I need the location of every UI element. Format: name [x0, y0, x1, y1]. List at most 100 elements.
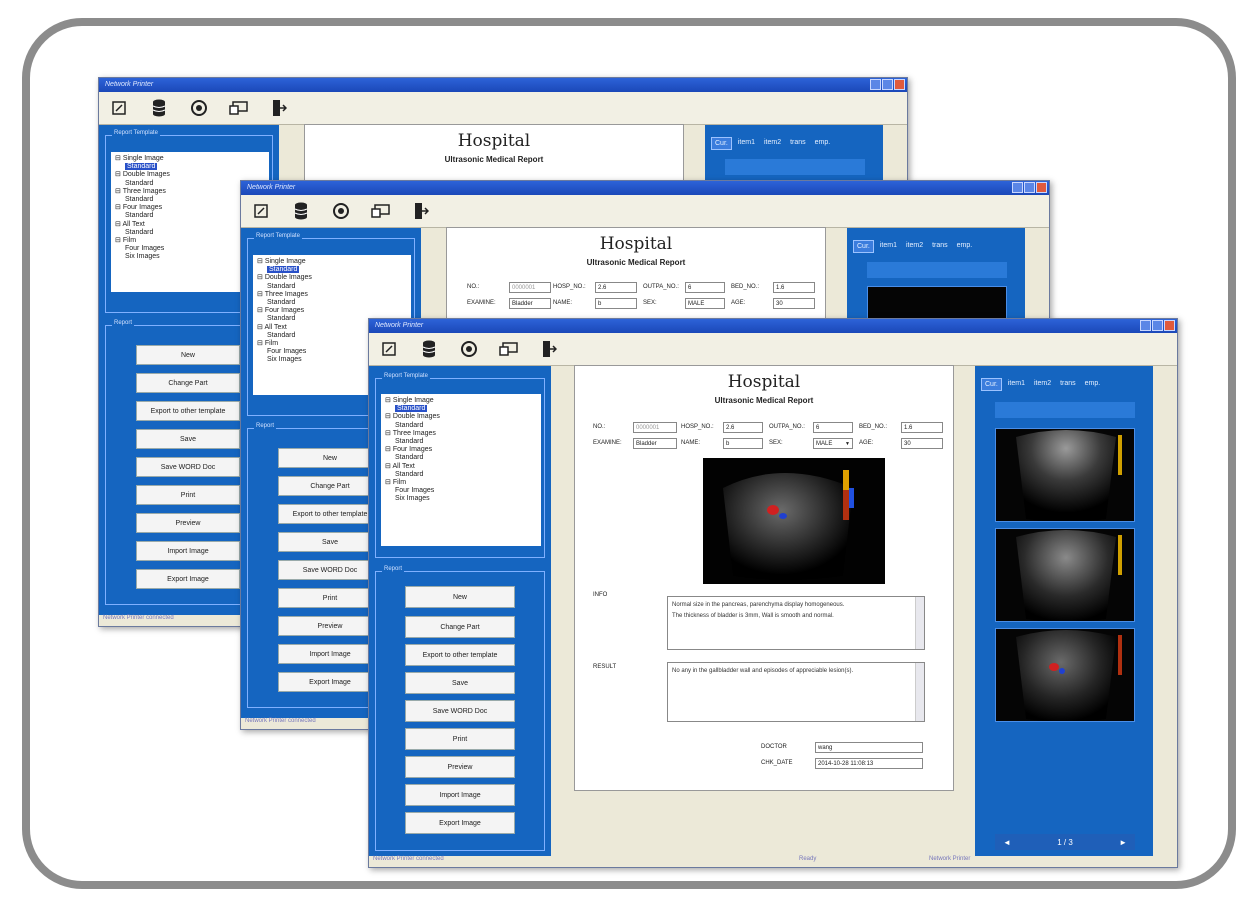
- edit-icon[interactable]: [251, 201, 271, 221]
- outpa-no-field[interactable]: 6: [813, 422, 853, 433]
- image-tabs: Cur. item1 item2 trans emp.: [711, 137, 833, 150]
- change-part-button[interactable]: Change Part: [136, 373, 240, 393]
- monitor-icon[interactable]: [371, 201, 391, 221]
- report-page: Hospital Ultrasonic Medical Report NO.: …: [574, 365, 954, 791]
- edit-icon[interactable]: [109, 98, 129, 118]
- preview-button[interactable]: Preview: [136, 513, 240, 533]
- database-icon[interactable]: [149, 98, 169, 118]
- report-subtitle: Ultrasonic Medical Report: [586, 258, 686, 267]
- chevron-down-icon[interactable]: ▼: [845, 440, 850, 448]
- database-icon[interactable]: [419, 339, 439, 359]
- tab-trans[interactable]: trans: [1057, 378, 1079, 391]
- doctor-field[interactable]: wang: [815, 742, 923, 753]
- tab-trans[interactable]: trans: [787, 137, 809, 150]
- new-button[interactable]: New: [405, 586, 515, 608]
- change-part-button[interactable]: Change Part: [405, 616, 515, 638]
- exit-icon[interactable]: [411, 201, 431, 221]
- result-textarea[interactable]: No any in the gallbladder wall and episo…: [667, 662, 925, 722]
- new-button[interactable]: New: [136, 345, 240, 365]
- date-field[interactable]: 2014-10-28 11:08:13: [815, 758, 923, 769]
- bed-no-field[interactable]: 1.6: [901, 422, 943, 433]
- template-tree[interactable]: ⊟ Single Image Standard ⊟ Double Images …: [381, 394, 541, 546]
- print-button[interactable]: Print: [405, 728, 515, 750]
- tab-cur[interactable]: Cur.: [853, 240, 874, 253]
- tab-item1[interactable]: item1: [735, 137, 758, 150]
- report-subtitle: Ultrasonic Medical Report: [714, 396, 814, 405]
- tab-cur[interactable]: Cur.: [711, 137, 732, 150]
- examine-field[interactable]: Bladder: [633, 438, 677, 449]
- export-template-button[interactable]: Export to other template: [136, 401, 240, 421]
- import-image-button[interactable]: Import Image: [136, 541, 240, 561]
- minimize-button[interactable]: [1140, 320, 1151, 331]
- field-label: BED_NO.:: [859, 424, 888, 430]
- hosp-no-field[interactable]: 2.6: [723, 422, 763, 433]
- no-field[interactable]: 0000001: [633, 422, 677, 433]
- scrollbar[interactable]: [915, 663, 924, 721]
- next-arrow-icon[interactable]: ►: [1119, 838, 1127, 847]
- image-tabs: Cur. item1 item2 trans emp.: [981, 378, 1103, 391]
- prev-arrow-icon[interactable]: ◄: [1003, 838, 1011, 847]
- tab-item2[interactable]: item2: [903, 240, 926, 253]
- status-left: Network Printer connected: [373, 856, 444, 862]
- print-button[interactable]: Print: [278, 588, 382, 608]
- maximize-button[interactable]: [1024, 182, 1035, 193]
- tab-item2[interactable]: item2: [761, 137, 784, 150]
- ultrasound-thumbnail[interactable]: [995, 628, 1135, 722]
- close-button[interactable]: [1036, 182, 1047, 193]
- change-part-button[interactable]: Change Part: [278, 476, 382, 496]
- tab-trans[interactable]: trans: [929, 240, 951, 253]
- save-word-button[interactable]: Save WORD Doc: [136, 457, 240, 477]
- field-label: OUTPA_NO.:: [769, 424, 805, 430]
- monitor-icon[interactable]: [229, 98, 249, 118]
- export-template-button[interactable]: Export to other template: [405, 644, 515, 666]
- date-label: CHK_DATE: [761, 760, 793, 766]
- ultrasound-thumbnail[interactable]: [995, 428, 1135, 522]
- save-button[interactable]: Save: [405, 672, 515, 694]
- ultrasound-thumbnail[interactable]: [995, 528, 1135, 622]
- tab-item2[interactable]: item2: [1031, 378, 1054, 391]
- maximize-button[interactable]: [882, 79, 893, 90]
- age-field[interactable]: 30: [901, 438, 943, 449]
- save-word-button[interactable]: Save WORD Doc: [278, 560, 382, 580]
- close-button[interactable]: [1164, 320, 1175, 331]
- field-label: HOSP_NO.:: [681, 424, 714, 430]
- print-button[interactable]: Print: [136, 485, 240, 505]
- settings-icon[interactable]: [189, 98, 209, 118]
- tab-item1[interactable]: item1: [877, 240, 900, 253]
- new-button[interactable]: New: [278, 448, 382, 468]
- export-image-button[interactable]: Export Image: [278, 672, 382, 692]
- info-textarea[interactable]: Normal size in the pancreas, parenchyma …: [667, 596, 925, 650]
- tab-emp[interactable]: emp.: [954, 240, 976, 253]
- minimize-button[interactable]: [870, 79, 881, 90]
- scrollbar[interactable]: [915, 597, 924, 649]
- title-bar: Network Printer: [241, 181, 1049, 195]
- sex-select[interactable]: MALE ▼: [813, 438, 853, 449]
- exit-icon[interactable]: [539, 339, 559, 359]
- import-image-button[interactable]: Import Image: [278, 644, 382, 664]
- save-button[interactable]: Save: [136, 429, 240, 449]
- settings-icon[interactable]: [459, 339, 479, 359]
- tab-emp[interactable]: emp.: [1082, 378, 1104, 391]
- preview-button[interactable]: Preview: [278, 616, 382, 636]
- minimize-button[interactable]: [1012, 182, 1023, 193]
- export-image-button[interactable]: Export Image: [136, 569, 240, 589]
- tab-emp[interactable]: emp.: [812, 137, 834, 150]
- monitor-icon[interactable]: [499, 339, 519, 359]
- save-button[interactable]: Save: [278, 532, 382, 552]
- maximize-button[interactable]: [1152, 320, 1163, 331]
- preview-button[interactable]: Preview: [405, 756, 515, 778]
- name-field[interactable]: b: [723, 438, 763, 449]
- export-template-button[interactable]: Export to other template: [278, 504, 382, 524]
- settings-icon[interactable]: [331, 201, 351, 221]
- tab-cur[interactable]: Cur.: [981, 378, 1002, 391]
- database-icon[interactable]: [291, 201, 311, 221]
- export-image-button[interactable]: Export Image: [405, 812, 515, 834]
- import-image-button[interactable]: Import Image: [405, 784, 515, 806]
- close-button[interactable]: [894, 79, 905, 90]
- tab-item1[interactable]: item1: [1005, 378, 1028, 391]
- report-subtitle: Ultrasonic Medical Report: [444, 155, 544, 164]
- save-word-button[interactable]: Save WORD Doc: [405, 700, 515, 722]
- edit-icon[interactable]: [379, 339, 399, 359]
- exit-icon[interactable]: [269, 98, 289, 118]
- ultrasound-image[interactable]: [703, 458, 885, 584]
